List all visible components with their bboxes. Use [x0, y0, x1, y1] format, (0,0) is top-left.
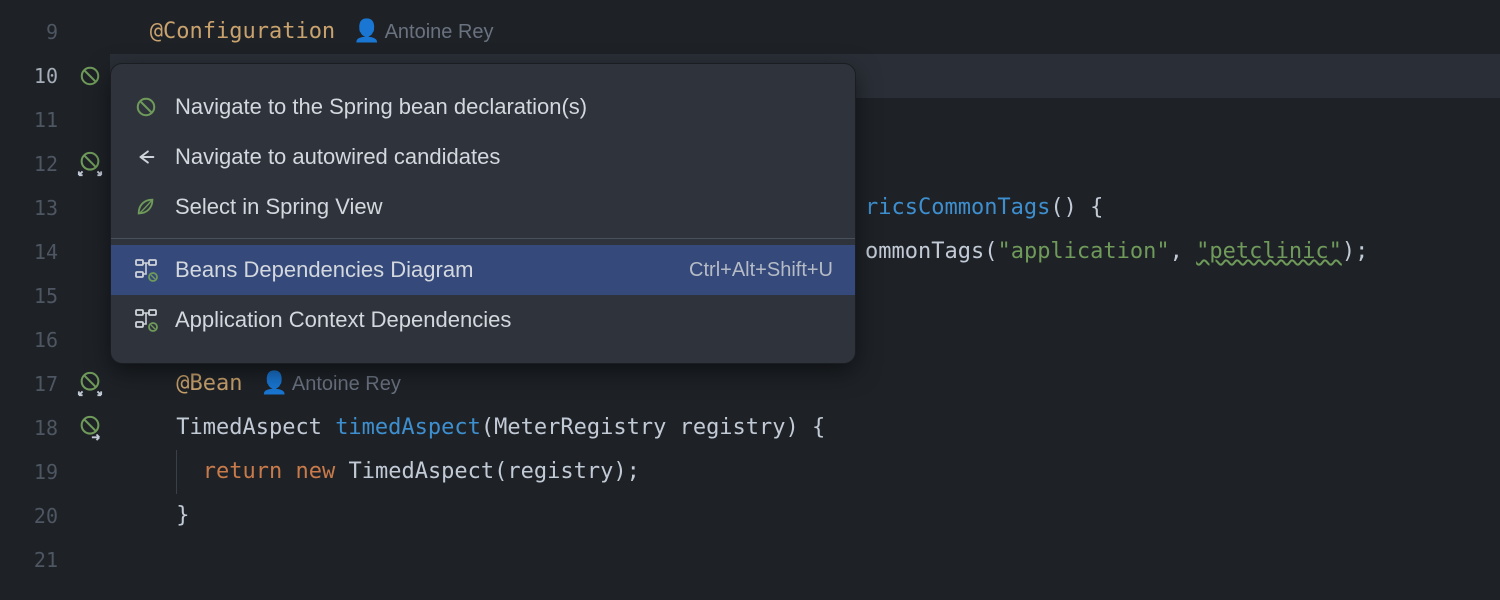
- menu-item-select-spring-view[interactable]: Select in Spring View: [111, 182, 855, 232]
- string-literal: "petclinic": [1196, 239, 1342, 264]
- arrow-back-icon: [133, 144, 159, 170]
- leaf-icon: [133, 194, 159, 220]
- line-number: 10: [0, 54, 58, 98]
- spring-gutter-popup: Navigate to the Spring bean declaration(…: [110, 63, 856, 364]
- line-number: 12: [0, 142, 58, 186]
- diagram-icon: [133, 307, 159, 333]
- brace: }: [176, 503, 189, 528]
- annotation: @Configuration: [150, 19, 335, 44]
- gutter-spring-nav-icon[interactable]: [70, 362, 110, 406]
- param-type: MeterRegistry: [494, 415, 666, 440]
- menu-item-label: Navigate to autowired candidates: [175, 144, 833, 170]
- menu-item-nav-bean-declaration[interactable]: Navigate to the Spring bean declaration(…: [111, 82, 855, 132]
- author-icon: 👤: [353, 19, 380, 44]
- author-hint: Antoine Rey: [292, 373, 401, 395]
- line-number-gutter: 9 10 11 12 13 14 15 16 17 18 19 20 21: [0, 0, 70, 600]
- line-number: 13: [0, 186, 58, 230]
- author-icon: 👤: [260, 371, 287, 396]
- line-number: 19: [0, 450, 58, 494]
- author-hint: Antoine Rey: [385, 21, 494, 43]
- menu-item-app-ctx-deps[interactable]: Application Context Dependencies: [111, 295, 855, 345]
- menu-item-label: Select in Spring View: [175, 194, 833, 220]
- method-name-partial: ricsCommonTags: [865, 195, 1050, 220]
- gutter-spring-nav-icon[interactable]: [70, 142, 110, 186]
- annotation: @Bean: [176, 371, 242, 396]
- menu-item-beans-deps-diagram[interactable]: Beans Dependencies Diagram Ctrl+Alt+Shif…: [111, 245, 855, 295]
- line-number: 15: [0, 274, 58, 318]
- constructor: TimedAspect: [348, 459, 494, 484]
- return-type: TimedAspect: [176, 415, 322, 440]
- line-number: 20: [0, 494, 58, 538]
- line-number: 17: [0, 362, 58, 406]
- menu-separator: [111, 238, 855, 239]
- spring-circle-icon: [133, 94, 159, 120]
- marker-gutter: [70, 0, 110, 600]
- method-name: timedAspect: [335, 415, 481, 440]
- diagram-icon: [133, 257, 159, 283]
- keyword-return: return: [203, 459, 282, 484]
- param-name: registry: [666, 415, 785, 440]
- menu-item-nav-autowired[interactable]: Navigate to autowired candidates: [111, 132, 855, 182]
- line-number: 11: [0, 98, 58, 142]
- method-call-partial: ommonTags: [865, 239, 984, 264]
- line-number: 21: [0, 538, 58, 582]
- menu-item-label: Navigate to the Spring bean declaration(…: [175, 94, 833, 120]
- menu-item-shortcut: Ctrl+Alt+Shift+U: [689, 259, 833, 282]
- string-literal: "application": [997, 239, 1169, 264]
- line-number: 14: [0, 230, 58, 274]
- menu-item-label: Beans Dependencies Diagram: [175, 257, 689, 283]
- gutter-spring-icon[interactable]: [70, 54, 110, 98]
- line-number: 9: [0, 10, 58, 54]
- argument: registry: [507, 459, 613, 484]
- keyword-new: new: [295, 459, 335, 484]
- gutter-spring-out-icon[interactable]: [70, 406, 110, 450]
- line-number: 16: [0, 318, 58, 362]
- menu-item-label: Application Context Dependencies: [175, 307, 833, 333]
- line-number: 18: [0, 406, 58, 450]
